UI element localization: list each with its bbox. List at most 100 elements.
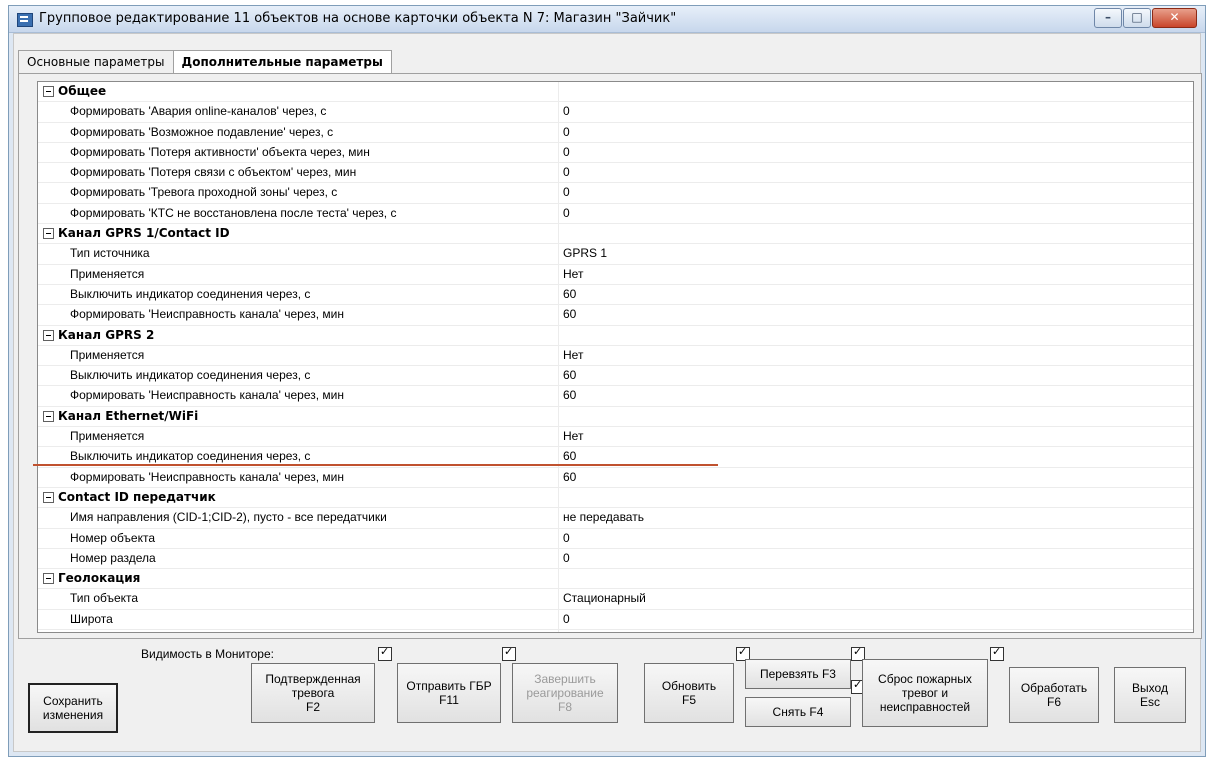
- property-value[interactable]: Нет: [563, 348, 583, 362]
- visibility-label: Видимость в Мониторе:: [141, 647, 274, 661]
- visibility-checkbox-reset-fire[interactable]: ✓: [990, 645, 1004, 661]
- column-divider: [558, 548, 559, 569]
- grid-property-row[interactable]: Номер объекта 0: [38, 528, 1193, 549]
- grid-property-row[interactable]: Формировать 'Потеря связи с объектом' че…: [38, 163, 1193, 184]
- app-icon: [17, 13, 33, 27]
- column-divider: [558, 284, 559, 305]
- grid-property-row[interactable]: Широта 0: [38, 609, 1193, 631]
- collapse-icon[interactable]: [43, 410, 54, 422]
- property-value[interactable]: 60: [563, 470, 576, 484]
- property-value[interactable]: 60: [563, 449, 576, 463]
- property-value[interactable]: 0: [563, 632, 570, 633]
- grid-property-row[interactable]: Формировать 'Авария online-каналов' чере…: [38, 102, 1193, 123]
- property-value[interactable]: 0: [563, 531, 570, 545]
- visibility-checkbox-confirmed[interactable]: ✓: [378, 645, 392, 661]
- column-divider: [558, 325, 559, 345]
- property-value[interactable]: 0: [563, 185, 570, 199]
- property-value[interactable]: 0: [563, 612, 570, 626]
- grid-property-row[interactable]: Формировать 'Неисправность канала' через…: [38, 386, 1193, 407]
- property-value[interactable]: Нет: [563, 429, 583, 443]
- send-gbr-button[interactable]: Отправить ГБР F11: [397, 663, 501, 723]
- property-value[interactable]: Стационарный: [563, 591, 646, 605]
- property-value[interactable]: 0: [563, 165, 570, 179]
- column-divider: [558, 487, 559, 508]
- column-divider: [558, 82, 559, 102]
- grid-group-row[interactable]: Канал GPRS 1/Contact ID: [38, 224, 1193, 245]
- grid-property-row[interactable]: Применяется Нет: [38, 427, 1193, 448]
- grid-group-row[interactable]: Канал Ethernet/WiFi: [38, 406, 1193, 428]
- visibility-checkbox-gbr[interactable]: ✓: [502, 645, 516, 661]
- grid-property-row[interactable]: Применяется Нет: [38, 264, 1193, 285]
- property-name: Применяется: [70, 347, 145, 362]
- collapse-icon[interactable]: [43, 491, 54, 503]
- maximize-icon: □: [1131, 10, 1143, 24]
- property-value[interactable]: 60: [563, 368, 576, 382]
- process-button[interactable]: Обработать F6: [1009, 667, 1099, 723]
- group-title: Канал GPRS 1/Contact ID: [58, 226, 230, 241]
- finish-response-button[interactable]: Завершить реагирование F8: [512, 663, 618, 723]
- grid-property-row[interactable]: Формировать 'КТС не восстановлена после …: [38, 203, 1193, 225]
- grid-property-row[interactable]: Формировать 'Тревога проходной зоны' чер…: [38, 183, 1193, 204]
- save-button[interactable]: Сохранить изменения: [28, 683, 118, 733]
- close-button[interactable]: ✕: [1152, 8, 1197, 28]
- property-value[interactable]: 0: [563, 206, 570, 220]
- grid-group-row[interactable]: Общее: [38, 82, 1193, 103]
- grid-property-row[interactable]: Имя направления (CID-1;CID-2), пусто - в…: [38, 508, 1193, 529]
- confirmed-alarm-button[interactable]: Подтвержденная тревога F2: [251, 663, 375, 723]
- property-name: Формировать 'Возможное подавление' через…: [70, 124, 334, 139]
- rearm-button[interactable]: Перевзять F3: [745, 659, 851, 689]
- grid-property-row[interactable]: Формировать 'Возможное подавление' через…: [38, 122, 1193, 143]
- property-value[interactable]: Нет: [563, 267, 583, 281]
- column-divider: [558, 244, 559, 264]
- property-name: Формировать 'Неисправность канала' через…: [70, 307, 344, 322]
- check-icon: ✓: [504, 645, 514, 658]
- column-divider: [558, 427, 559, 447]
- grid-property-row[interactable]: Формировать 'Неисправность канала' через…: [38, 305, 1193, 326]
- collapse-icon[interactable]: [43, 86, 54, 97]
- column-divider: [558, 589, 559, 609]
- collapse-icon[interactable]: [43, 329, 54, 341]
- grid-property-row[interactable]: Формировать 'Неисправность канала' через…: [38, 467, 1193, 488]
- grid-property-row[interactable]: Формировать 'Потеря активности' объекта …: [38, 142, 1193, 164]
- property-value[interactable]: 60: [563, 307, 576, 321]
- grid-group-row[interactable]: Геолокация: [38, 569, 1193, 590]
- refresh-button[interactable]: Обновить F5: [644, 663, 734, 723]
- grid-property-row[interactable]: Номер раздела 0: [38, 548, 1193, 570]
- tab-basic-params[interactable]: Основные параметры: [18, 50, 174, 74]
- grid-property-row[interactable]: Выключить индикатор соединения через, с 6…: [38, 366, 1193, 387]
- dialog-window: Групповое редактирование 11 объектов на …: [8, 5, 1206, 757]
- property-name: Формировать 'Неисправность канала' через…: [70, 388, 344, 403]
- property-value[interactable]: 0: [563, 125, 570, 139]
- property-value[interactable]: 60: [563, 388, 576, 402]
- property-value[interactable]: 0: [563, 104, 570, 118]
- property-value[interactable]: GPRS 1: [563, 246, 607, 260]
- tab-extra-params[interactable]: Дополнительные параметры: [172, 50, 392, 75]
- grid-property-row[interactable]: Применяется Нет: [38, 345, 1193, 367]
- property-name: Выключить индикатор соединения через, с: [70, 449, 311, 464]
- grid-property-row[interactable]: Тип источника GPRS 1: [38, 244, 1193, 265]
- column-divider: [558, 508, 559, 528]
- grid-group-row[interactable]: Канал GPRS 2: [38, 325, 1193, 346]
- minimize-button[interactable]: –: [1094, 8, 1122, 28]
- exit-button[interactable]: Выход Esc: [1114, 667, 1186, 723]
- maximize-button[interactable]: □: [1123, 8, 1151, 28]
- property-name: Формировать 'Неисправность канала' через…: [70, 469, 344, 484]
- collapse-icon[interactable]: [43, 573, 54, 585]
- reset-fire-alarms-button[interactable]: Сброс пожарных тревог и неисправностей: [862, 659, 988, 727]
- disarm-button[interactable]: Снять F4: [745, 697, 851, 727]
- title-bar[interactable]: Групповое редактирование 11 объектов на …: [9, 6, 1205, 33]
- property-value[interactable]: не передавать: [563, 510, 644, 524]
- grid-property-row[interactable]: Долгота 0: [38, 630, 1193, 633]
- check-icon: ✓: [853, 678, 863, 691]
- close-icon: ✕: [1169, 10, 1180, 24]
- annotation-underline: [33, 464, 718, 466]
- grid-property-row[interactable]: Выключить индикатор соединения через, с 6…: [38, 284, 1193, 306]
- property-value[interactable]: 0: [563, 145, 570, 159]
- property-value[interactable]: 0: [563, 551, 570, 565]
- collapse-icon[interactable]: [43, 228, 54, 240]
- property-name: Формировать 'КТС не восстановлена после …: [70, 205, 397, 220]
- column-divider: [558, 203, 559, 224]
- property-value[interactable]: 60: [563, 287, 576, 301]
- grid-group-row[interactable]: Contact ID передатчик: [38, 487, 1193, 509]
- grid-property-row[interactable]: Тип объекта Стационарный: [38, 589, 1193, 610]
